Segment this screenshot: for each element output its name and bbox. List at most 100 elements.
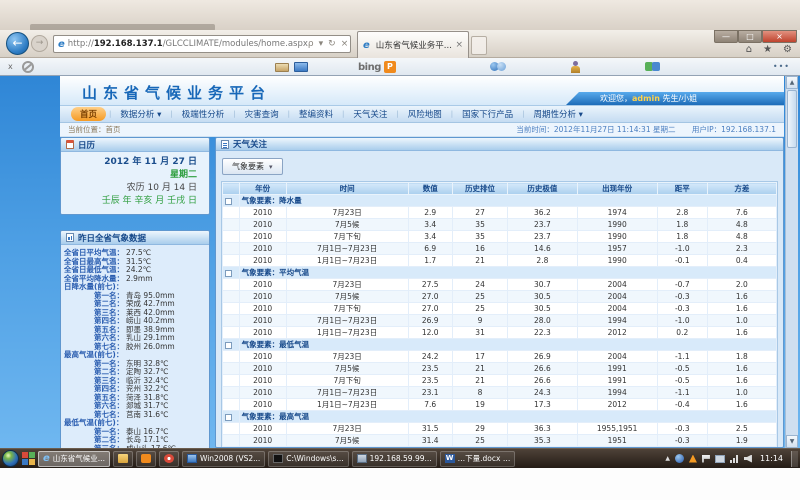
calendar-date: 2012 年 11 月 27 日: [65, 156, 197, 169]
group-checkbox-cell[interactable]: [223, 411, 240, 423]
back-button[interactable]: ←: [6, 32, 29, 55]
nav-item-2[interactable]: 极端性分析: [173, 107, 234, 121]
taskbar-clock[interactable]: 11:14: [757, 454, 786, 463]
display-icon[interactable]: [715, 455, 725, 463]
cell: 7月下旬: [286, 231, 408, 243]
tools-gear-icon[interactable]: ⚙: [783, 44, 792, 55]
scroll-down-icon[interactable]: ▼: [786, 435, 798, 448]
scroll-up-icon[interactable]: ▲: [786, 76, 798, 89]
taskbar-button-2[interactable]: [136, 451, 156, 467]
column-header-1[interactable]: 时间: [286, 183, 408, 195]
cell: 27.5: [408, 279, 452, 291]
row-select-cell: [223, 243, 240, 255]
scrollbar-thumb[interactable]: [787, 90, 797, 148]
cell: 2010: [239, 255, 286, 267]
more-options-icon[interactable]: •••: [773, 62, 790, 71]
stop-icon[interactable]: ×: [341, 39, 349, 49]
new-tab-button[interactable]: [471, 36, 487, 55]
cell: 23.1: [408, 387, 452, 399]
cell: 25: [452, 291, 507, 303]
taskbar-button-5[interactable]: C:\Windows\s...: [268, 451, 348, 467]
app-grid-icon[interactable]: [22, 452, 35, 465]
refresh-icon[interactable]: ↻: [328, 39, 336, 49]
bing-logo[interactable]: bing P: [358, 61, 396, 73]
mail-icon[interactable]: [275, 63, 289, 72]
search-icon[interactable]: ρ: [308, 39, 314, 49]
start-button[interactable]: [2, 450, 19, 467]
cell: 2010: [239, 231, 286, 243]
blocked-content-icon[interactable]: [22, 61, 34, 73]
nav-item-5[interactable]: 天气关注: [344, 107, 396, 121]
nav-item-7[interactable]: 国家下行产品: [453, 107, 522, 121]
close-button[interactable]: ×: [762, 30, 797, 43]
screenshot-margin: [0, 468, 800, 500]
sidebar: 日历 2012 年 11 月 27 日 星期二 农历 10 月 14 日 壬辰 …: [60, 137, 210, 448]
column-header-5[interactable]: 出现年份: [577, 183, 657, 195]
element-dropdown-button[interactable]: 气象要素 ▾: [222, 158, 283, 175]
taskbar-button-0[interactable]: e山东省气候业...: [38, 451, 110, 467]
forward-button[interactable]: →: [31, 35, 48, 52]
table-row: 20107月23日27.52430.72004-0.72.0: [223, 279, 777, 291]
column-header-0[interactable]: 年份: [239, 183, 286, 195]
group-checkbox-cell[interactable]: [223, 267, 240, 279]
minimize-button[interactable]: —: [714, 30, 738, 43]
taskbar-button-3[interactable]: [159, 451, 179, 467]
taskbar-button-6[interactable]: 192.168.59.99...: [352, 451, 437, 467]
taskbar-button-4[interactable]: Win2008 (VS2...: [182, 451, 265, 467]
remote-icon: [357, 454, 367, 463]
bing-app-icon[interactable]: P: [384, 61, 396, 73]
group-checkbox[interactable]: [225, 270, 232, 277]
cell: 31.4: [408, 435, 452, 447]
volume-icon[interactable]: [744, 455, 752, 463]
message-icon[interactable]: [294, 62, 308, 72]
cell: 12.0: [408, 327, 452, 339]
contacts-icon[interactable]: [570, 61, 581, 73]
cell: 3.4: [408, 231, 452, 243]
bar-chart-icon: [66, 233, 74, 242]
addon-bar-close-icon[interactable]: x: [8, 62, 13, 71]
hidden-icons-arrow[interactable]: ▲: [665, 455, 670, 462]
column-header-3[interactable]: 历史排位: [452, 183, 507, 195]
cell: 2012: [577, 399, 657, 411]
column-header-4[interactable]: 历史极值: [508, 183, 577, 195]
group-checkbox-cell[interactable]: [223, 339, 240, 351]
show-desktop-button[interactable]: [791, 451, 798, 467]
group-checkbox[interactable]: [225, 198, 232, 205]
cell: 4.8: [707, 219, 776, 231]
row-select-cell: [223, 423, 240, 435]
address-bar[interactable]: e http://192.168.137.1/GLCCLIMATE/module…: [53, 35, 351, 53]
weather-data-table: 年份时间数值历史排位历史极值出现年份距平方差 气象要素：降水量20107月23日…: [222, 182, 777, 448]
column-header-7[interactable]: 方差: [707, 183, 776, 195]
favorites-star-icon[interactable]: ★: [763, 44, 772, 55]
vertical-scrollbar[interactable]: ▲ ▼: [785, 76, 798, 448]
cell: 2004: [577, 279, 657, 291]
nav-item-6[interactable]: 风险地图: [399, 107, 451, 121]
ime-globe-icon[interactable]: [675, 454, 684, 463]
home-icon[interactable]: ⌂: [746, 44, 752, 55]
maximize-button[interactable]: □: [738, 30, 762, 43]
nav-item-4[interactable]: 整编资料: [290, 107, 342, 121]
tab-close-icon[interactable]: ×: [455, 40, 463, 50]
table-row: 20107月5候27.02530.52004-0.31.6: [223, 291, 777, 303]
column-header-6[interactable]: 距平: [657, 183, 707, 195]
network-icon[interactable]: [730, 455, 739, 463]
taskbar-button-7[interactable]: W…下量.docx …: [440, 451, 516, 467]
column-header-2[interactable]: 数值: [408, 183, 452, 195]
taskbar-button-1[interactable]: [113, 451, 133, 467]
nav-item-0[interactable]: 首页: [71, 107, 106, 121]
nav-item-3[interactable]: 灾害查询: [236, 107, 288, 121]
messenger-icon[interactable]: [645, 62, 660, 72]
app-flame-icon[interactable]: [689, 455, 697, 463]
chevron-down-icon[interactable]: ▾: [319, 39, 324, 49]
nav-item-1[interactable]: 数据分析 ▾: [111, 107, 170, 121]
group-checkbox-cell[interactable]: [223, 195, 240, 207]
group-checkbox[interactable]: [225, 342, 232, 349]
browser-tab[interactable]: e 山东省气候业务平... ×: [357, 31, 469, 58]
stat-value: 2.9mm: [126, 274, 153, 283]
list-icon: [221, 140, 229, 149]
cell: 2010: [239, 207, 286, 219]
action-center-flag-icon[interactable]: [702, 455, 710, 463]
search-pair-icon[interactable]: [490, 62, 506, 72]
group-checkbox[interactable]: [225, 414, 232, 421]
nav-item-8[interactable]: 周期性分析 ▾: [524, 107, 591, 121]
